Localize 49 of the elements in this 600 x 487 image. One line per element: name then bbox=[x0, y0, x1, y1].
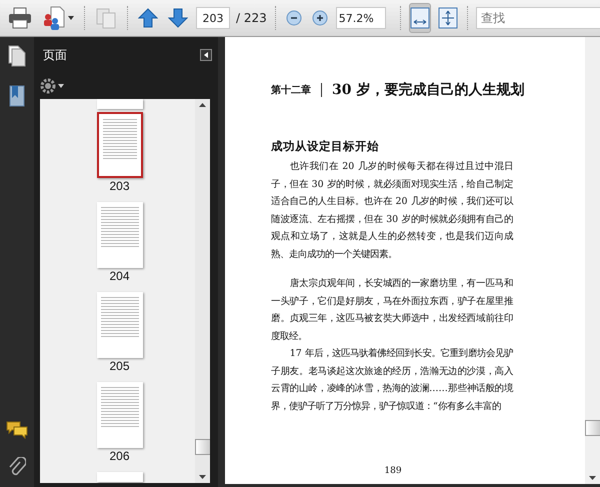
page-thumbnail[interactable]: 204 bbox=[96, 202, 142, 289]
scrollbar[interactable] bbox=[195, 99, 210, 483]
minus-icon bbox=[286, 10, 302, 26]
page-number-field[interactable]: 203 bbox=[196, 7, 230, 29]
fit-width-icon bbox=[410, 7, 430, 29]
caret-icon[interactable] bbox=[58, 84, 64, 88]
scroll-thumb[interactable] bbox=[194, 439, 210, 455]
comments-icon[interactable] bbox=[6, 421, 28, 439]
search-input[interactable]: 查找 bbox=[476, 11, 600, 25]
caret-icon[interactable] bbox=[68, 16, 74, 20]
zoom-in-button[interactable] bbox=[310, 8, 330, 28]
bookmark-icon[interactable] bbox=[8, 85, 26, 107]
up-arrow-icon bbox=[138, 8, 158, 28]
page-thumbnail[interactable]: 205 bbox=[96, 292, 142, 379]
down-arrow-icon bbox=[168, 8, 188, 28]
gear-icon[interactable] bbox=[40, 78, 56, 94]
printer-icon bbox=[8, 7, 32, 29]
fit-page-icon bbox=[438, 7, 458, 29]
page-thumbnail[interactable]: 203 bbox=[96, 112, 142, 199]
page-number: 189 bbox=[384, 466, 402, 476]
body-paragraph: 唐太宗贞观年间，长安城西的一家磨坊里，有一匹马和一头驴子，它们是好朋友，马在外面拉东西，驴子在屋里推磨。贞观三年，这匹马被玄奘大师选中，出发经西域前往印度取经。 bbox=[271, 277, 513, 344]
page-thumbnail[interactable] bbox=[96, 472, 142, 482]
print-button[interactable] bbox=[6, 5, 34, 31]
body-paragraph: 也许我们在 20 几岁的时候每天都在得过且过中混日子，但在 30 岁的时候，就必须面对现实生活，给自己制定适合自己的人生目标。也许在 20 几岁的时候，我们还可以随波逐流、左右摇摆，但在 30 岁的时候就必须拥有自己的观点和立场了，这就是人生的必然转变，也是我们迈向成熟、走向成功的一个关键因素。 bbox=[271, 160, 513, 262]
plus-icon bbox=[312, 10, 328, 26]
scroll-thumb[interactable] bbox=[584, 420, 600, 436]
chapter-title: 30 岁，要完成自己的人生规划 bbox=[332, 81, 524, 99]
scroll-down-icon[interactable] bbox=[199, 475, 206, 479]
body-paragraph: 17 年后，这匹马驮着佛经回到长安。它重到磨坊会见驴子朋友。老马谈起这次旅途的经历，浩瀚无边的沙漠，高入云霄的山岭，凌峰的冰雪，热海的波澜……那些神话般的境界，使驴子听了万分惊异，驴子惊叹道：“你有多么丰富的 bbox=[271, 347, 513, 414]
page-thumbnail[interactable] bbox=[96, 99, 142, 109]
zoom-field[interactable]: 57.2% bbox=[336, 7, 386, 29]
scroll-down-icon[interactable] bbox=[589, 476, 596, 480]
scroll-up-icon[interactable] bbox=[199, 103, 206, 107]
pages-icon[interactable] bbox=[8, 45, 26, 67]
next-page-button[interactable] bbox=[166, 6, 190, 30]
pages-icon bbox=[95, 7, 117, 29]
page-total: / 223 bbox=[236, 11, 267, 25]
previous-page-button[interactable] bbox=[136, 6, 160, 30]
chapter-label: 第十二章 bbox=[271, 83, 311, 97]
options-button[interactable] bbox=[200, 49, 212, 61]
search-field[interactable]: 查找 bbox=[476, 7, 600, 29]
people-document-icon bbox=[42, 6, 66, 30]
section-heading: 成功从设定目标开始 bbox=[271, 139, 380, 154]
panel-title: 页面 bbox=[43, 46, 67, 64]
fit-width-button[interactable] bbox=[408, 3, 431, 33]
caret-icon bbox=[204, 52, 208, 58]
page-thumbnail[interactable]: 206 bbox=[96, 382, 142, 469]
scrollbar[interactable] bbox=[585, 37, 600, 484]
zoom-out-button[interactable] bbox=[284, 8, 304, 28]
